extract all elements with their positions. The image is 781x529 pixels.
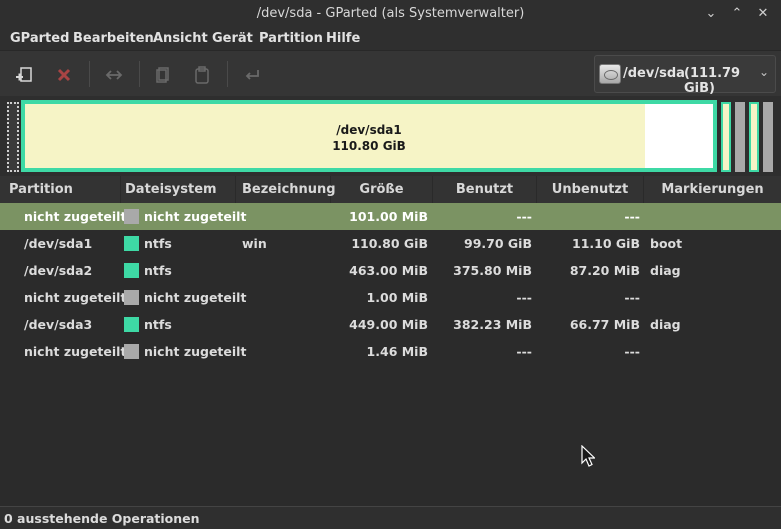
partition-table: Partition Dateisystem Bezeichnung Größe … <box>0 176 781 506</box>
cell-size: 1.46 MiB <box>366 344 428 359</box>
header-markierungen[interactable]: Markierungen <box>644 176 781 204</box>
cell-filesystem: ntfs <box>144 236 172 251</box>
header-bezeichnung[interactable]: Bezeichnung <box>236 176 336 204</box>
header-unbenutzt[interactable]: Unbenutzt <box>537 176 644 204</box>
chevron-down-icon: ⌄ <box>759 65 770 79</box>
header-dateisystem[interactable]: Dateisystem <box>121 176 236 204</box>
menu-gparted[interactable]: GParted <box>10 31 69 46</box>
header-partition[interactable]: Partition <box>0 176 121 204</box>
table-header: Partition Dateisystem Bezeichnung Größe … <box>0 176 781 204</box>
cell-partition: nicht zugeteilt <box>24 209 127 224</box>
toolbar-separator <box>227 61 228 87</box>
toolbar-separator <box>89 61 90 87</box>
table-row[interactable]: nicht zugeteilt nicht zugeteilt 1.46 MiB… <box>0 338 781 365</box>
cell-used: 99.70 GiB <box>464 236 532 251</box>
disk-map: /dev/sda1 110.80 GiB <box>0 96 781 176</box>
cell-partition: /dev/sda2 <box>24 263 93 278</box>
copy-icon[interactable] <box>151 63 175 87</box>
resize-move-icon[interactable] <box>102 63 126 87</box>
harddisk-icon <box>599 64 621 84</box>
title-bar: /dev/sda - GParted (als Systemverwalter)… <box>0 0 781 28</box>
cell-size: 101.00 MiB <box>349 209 428 224</box>
diskmap-partition-sda3[interactable] <box>749 102 759 172</box>
cell-used: --- <box>516 344 532 359</box>
header-benutzt[interactable]: Benutzt <box>433 176 537 204</box>
diskmap-unallocated-3[interactable] <box>763 102 773 172</box>
filesystem-color-swatch <box>124 263 139 278</box>
status-bar: 0 ausstehende Operationen <box>0 506 781 529</box>
cell-unused: 87.20 MiB <box>569 263 640 278</box>
cell-flags: boot <box>650 236 683 251</box>
menu-geraet[interactable]: Gerät <box>212 31 253 46</box>
cell-flags: diag <box>650 317 681 332</box>
filesystem-color-swatch <box>124 236 139 251</box>
cell-used: --- <box>516 290 532 305</box>
cell-filesystem: nicht zugeteilt <box>144 344 247 359</box>
cell-partition: /dev/sda3 <box>24 317 93 332</box>
table-row[interactable]: nicht zugeteilt nicht zugeteilt 1.00 MiB… <box>0 284 781 311</box>
cell-unused: 66.77 MiB <box>569 317 640 332</box>
menu-bearbeiten[interactable]: Bearbeiten <box>73 31 154 46</box>
cell-partition: /dev/sda1 <box>24 236 93 251</box>
paste-icon[interactable] <box>190 63 214 87</box>
cell-unused: --- <box>624 290 640 305</box>
cell-unused: --- <box>624 344 640 359</box>
close-icon[interactable]: ✕ <box>753 4 773 24</box>
table-row[interactable]: nicht zugeteilt nicht zugeteilt 101.00 M… <box>0 203 781 230</box>
cell-size: 1.00 MiB <box>366 290 428 305</box>
cell-filesystem: nicht zugeteilt <box>144 209 247 224</box>
maximize-icon[interactable]: ⌃ <box>727 4 747 24</box>
cell-used: 382.23 MiB <box>453 317 532 332</box>
cell-used: 375.80 MiB <box>453 263 532 278</box>
mouse-cursor-icon <box>581 444 596 471</box>
menu-partition[interactable]: Partition <box>259 31 323 46</box>
minimize-icon[interactable]: ⌄ <box>701 4 721 24</box>
menu-bar: GParted Bearbeiten Ansicht Gerät Partiti… <box>0 28 781 50</box>
diskmap-unallocated-1[interactable] <box>7 102 19 172</box>
table-row[interactable]: /dev/sda3 ntfs 449.00 MiB 382.23 MiB 66.… <box>0 311 781 338</box>
pending-operations-status: 0 ausstehende Operationen <box>4 511 200 526</box>
cell-used: --- <box>516 209 532 224</box>
cell-partition: nicht zugeteilt <box>24 290 127 305</box>
cell-size: 449.00 MiB <box>349 317 428 332</box>
cell-unused: 11.10 GiB <box>572 236 640 251</box>
filesystem-color-swatch <box>124 317 139 332</box>
cell-label: win <box>242 236 267 251</box>
filesystem-color-swatch <box>124 344 139 359</box>
delete-icon[interactable] <box>52 63 76 87</box>
table-row[interactable]: /dev/sda1 ntfs win 110.80 GiB 99.70 GiB … <box>0 230 781 257</box>
undo-icon[interactable] <box>240 63 264 87</box>
new-partition-icon[interactable] <box>12 63 36 87</box>
window-title: /dev/sda - GParted (als Systemverwalter) <box>256 6 525 21</box>
device-name: /dev/sda <box>623 66 685 81</box>
table-row[interactable]: /dev/sda2 ntfs 463.00 MiB 375.80 MiB 87.… <box>0 257 781 284</box>
diskmap-partition-label: /dev/sda1 <box>336 123 402 137</box>
toolbar-separator <box>139 61 140 87</box>
cell-filesystem: ntfs <box>144 317 172 332</box>
device-selector[interactable]: /dev/sda (111.79 GiB) ⌄ <box>594 55 776 96</box>
diskmap-partition-sda1[interactable]: /dev/sda1 110.80 GiB <box>21 100 717 172</box>
filesystem-color-swatch <box>124 290 139 305</box>
cell-filesystem: ntfs <box>144 263 172 278</box>
filesystem-color-swatch <box>124 209 139 224</box>
diskmap-partition-size: 110.80 GiB <box>332 139 406 153</box>
menu-hilfe[interactable]: Hilfe <box>326 31 360 46</box>
header-groesse[interactable]: Größe <box>331 176 433 204</box>
cell-filesystem: nicht zugeteilt <box>144 290 247 305</box>
cell-flags: diag <box>650 263 681 278</box>
cell-unused: --- <box>624 209 640 224</box>
cell-partition: nicht zugeteilt <box>24 344 127 359</box>
menu-ansicht[interactable]: Ansicht <box>153 31 208 46</box>
diskmap-partition-sda2[interactable] <box>721 102 731 172</box>
diskmap-unallocated-2[interactable] <box>735 102 745 172</box>
cell-size: 463.00 MiB <box>349 263 428 278</box>
cell-size: 110.80 GiB <box>351 236 428 251</box>
